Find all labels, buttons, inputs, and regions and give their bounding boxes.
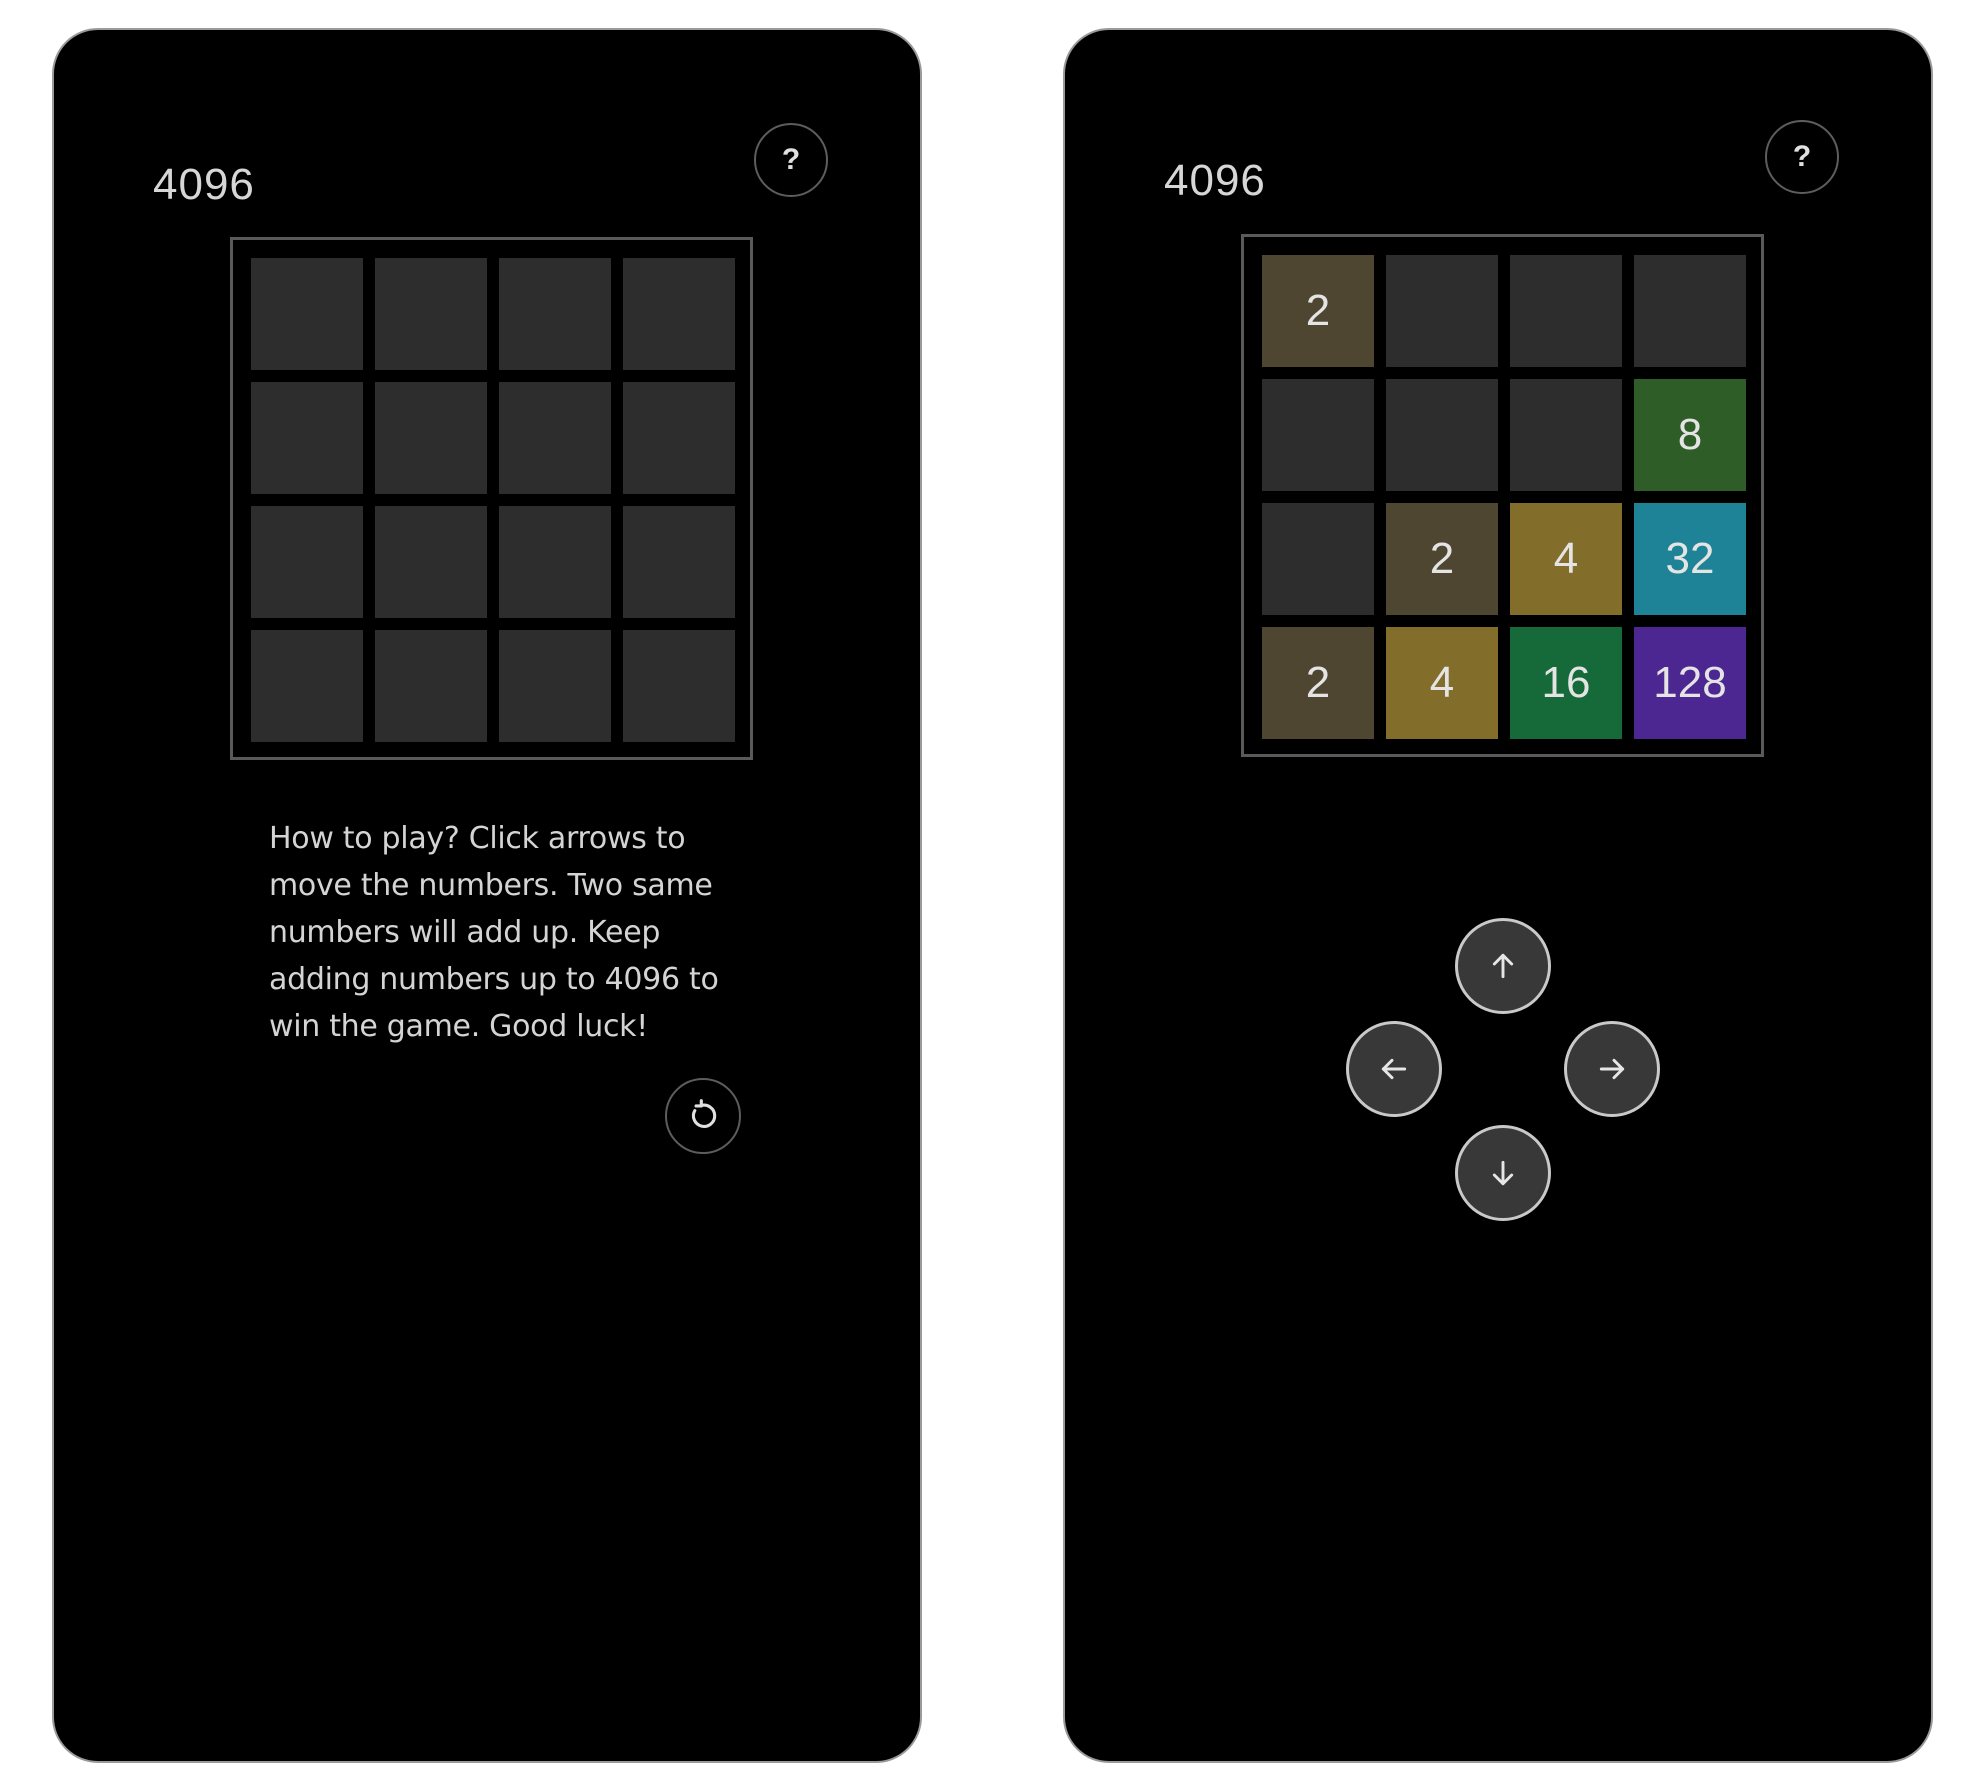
instructions-text: How to play? Click arrows to move the nu… bbox=[269, 821, 719, 1044]
empty-cell bbox=[1386, 379, 1498, 491]
arrow-up-icon bbox=[1487, 950, 1519, 982]
game-title: 4096 bbox=[153, 160, 255, 209]
game-screen: 4096 ? 2 8 2 4 32 2 4 16 128 bbox=[1063, 28, 1933, 1763]
game-board: 2 8 2 4 32 2 4 16 128 bbox=[1241, 234, 1764, 757]
empty-cell bbox=[251, 630, 363, 742]
tile: 2 bbox=[1262, 255, 1374, 367]
empty-cell bbox=[375, 258, 487, 370]
move-down-button[interactable] bbox=[1455, 1125, 1551, 1221]
restart-icon bbox=[686, 1099, 720, 1133]
empty-cell bbox=[623, 258, 735, 370]
tile: 4 bbox=[1386, 627, 1498, 739]
arrow-left-icon bbox=[1378, 1053, 1410, 1085]
empty-cell bbox=[1510, 255, 1622, 367]
tile: 2 bbox=[1386, 503, 1498, 615]
move-left-button[interactable] bbox=[1346, 1021, 1442, 1117]
game-title: 4096 bbox=[1164, 156, 1266, 205]
empty-cell bbox=[499, 506, 611, 618]
empty-cell bbox=[375, 506, 487, 618]
empty-cell bbox=[623, 382, 735, 494]
tile: 8 bbox=[1634, 379, 1746, 491]
empty-cell bbox=[1634, 255, 1746, 367]
empty-cell bbox=[623, 506, 735, 618]
game-board bbox=[230, 237, 753, 760]
empty-cell bbox=[1386, 255, 1498, 367]
move-up-button[interactable] bbox=[1455, 918, 1551, 1014]
start-screen: 4096 ? How to play? Click arrows to move… bbox=[52, 28, 922, 1763]
move-right-button[interactable] bbox=[1564, 1021, 1660, 1117]
empty-cell bbox=[375, 382, 487, 494]
empty-cell bbox=[251, 506, 363, 618]
tile: 2 bbox=[1262, 627, 1374, 739]
tile: 16 bbox=[1510, 627, 1622, 739]
empty-cell bbox=[1510, 379, 1622, 491]
help-button[interactable]: ? bbox=[754, 123, 828, 197]
restart-button[interactable] bbox=[665, 1078, 741, 1154]
empty-cell bbox=[499, 382, 611, 494]
empty-cell bbox=[499, 258, 611, 370]
arrow-down-icon bbox=[1487, 1157, 1519, 1189]
arrow-right-icon bbox=[1596, 1053, 1628, 1085]
empty-cell bbox=[1262, 379, 1374, 491]
help-button[interactable]: ? bbox=[1765, 120, 1839, 194]
empty-cell bbox=[251, 382, 363, 494]
tile: 128 bbox=[1634, 627, 1746, 739]
empty-cell bbox=[1262, 503, 1374, 615]
empty-cell bbox=[251, 258, 363, 370]
empty-cell bbox=[375, 630, 487, 742]
tile: 32 bbox=[1634, 503, 1746, 615]
tile: 4 bbox=[1510, 503, 1622, 615]
empty-cell bbox=[623, 630, 735, 742]
empty-cell bbox=[499, 630, 611, 742]
